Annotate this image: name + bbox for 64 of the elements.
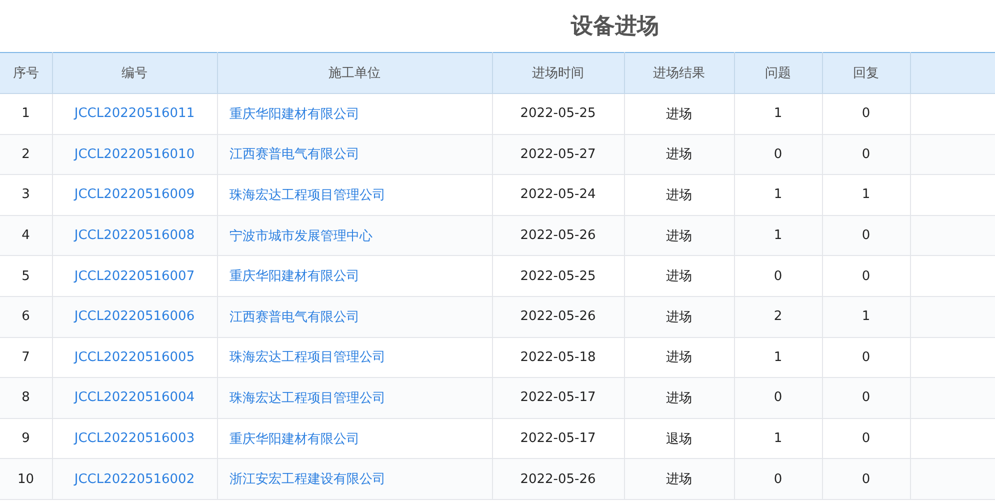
row-number: 4 [22,228,30,244]
column-header: 问题 [734,52,822,94]
result-cell: 进场 [666,106,692,122]
result-cell: 进场 [666,228,692,244]
result-cell: 进场 [666,188,692,203]
issue-count: 0 [774,472,782,487]
reply-count: 1 [862,187,870,202]
date-cell: 2022-05-24 [520,187,596,202]
reply-count: 1 [862,309,870,324]
row-number: 6 [22,309,30,324]
date-cell: 2022-05-17 [520,390,596,406]
reply-count: 0 [862,146,870,162]
column-header: 进场结果 [624,52,734,94]
row-number: 3 [22,187,30,202]
company-link[interactable]: 宁波市城市发展管理中心 [230,228,372,244]
row-number: 8 [22,390,30,406]
column-header: 施工单位 [217,52,492,94]
result-cell: 进场 [666,147,692,162]
reply-count: 0 [862,228,870,244]
company-link[interactable]: 江西赛普电气有限公司 [230,147,360,162]
result-cell: 进场 [666,390,692,406]
date-cell: 2022-05-26 [520,309,596,324]
result-cell: 进场 [666,472,692,488]
date-cell: 2022-05-25 [520,106,596,122]
reply-count: 0 [862,268,870,284]
issue-count: 0 [774,146,782,162]
date-cell: 2022-05-26 [520,472,596,487]
date-cell: 2022-05-25 [520,268,596,284]
column-header: 编号 [52,52,217,94]
issue-count: 1 [774,350,782,365]
issue-count: 2 [774,309,782,324]
issue-count: 0 [774,390,782,406]
result-cell: 退场 [666,432,692,447]
date-cell: 2022-05-18 [520,350,596,365]
reply-count: 0 [862,431,870,446]
reply-count: 0 [862,390,870,406]
issue-count: 1 [774,431,782,446]
issue-count: 1 [774,228,782,244]
column-header: 进场时间 [492,52,624,94]
company-link[interactable]: 重庆华阳建材有限公司 [230,269,360,284]
row-number: 1 [22,106,30,122]
date-cell: 2022-05-27 [520,146,596,162]
row-number: 10 [17,472,34,487]
row-number: 9 [22,431,30,446]
result-cell: 进场 [666,269,692,284]
reply-count: 0 [862,472,870,487]
issue-count: 0 [774,268,782,284]
issue-count: 1 [774,187,782,202]
company-link[interactable]: 江西赛普电气有限公司 [230,310,360,325]
date-cell: 2022-05-17 [520,431,596,446]
row-number: 5 [22,268,30,284]
result-cell: 进场 [666,350,692,366]
column-header: 回复 [822,52,910,94]
row-number: 7 [22,350,30,365]
column-header: 序号 [0,52,52,94]
company-link[interactable]: 重庆华阳建材有限公司 [230,432,360,447]
issue-count: 1 [774,106,782,122]
date-cell: 2022-05-26 [520,228,596,244]
company-link[interactable]: 重庆华阳建材有限公司 [230,106,360,122]
page-title: 设备进场 [571,13,659,41]
result-cell: 进场 [666,310,692,325]
reply-count: 0 [862,350,870,365]
row-number: 2 [22,146,30,162]
reply-count: 0 [862,106,870,122]
